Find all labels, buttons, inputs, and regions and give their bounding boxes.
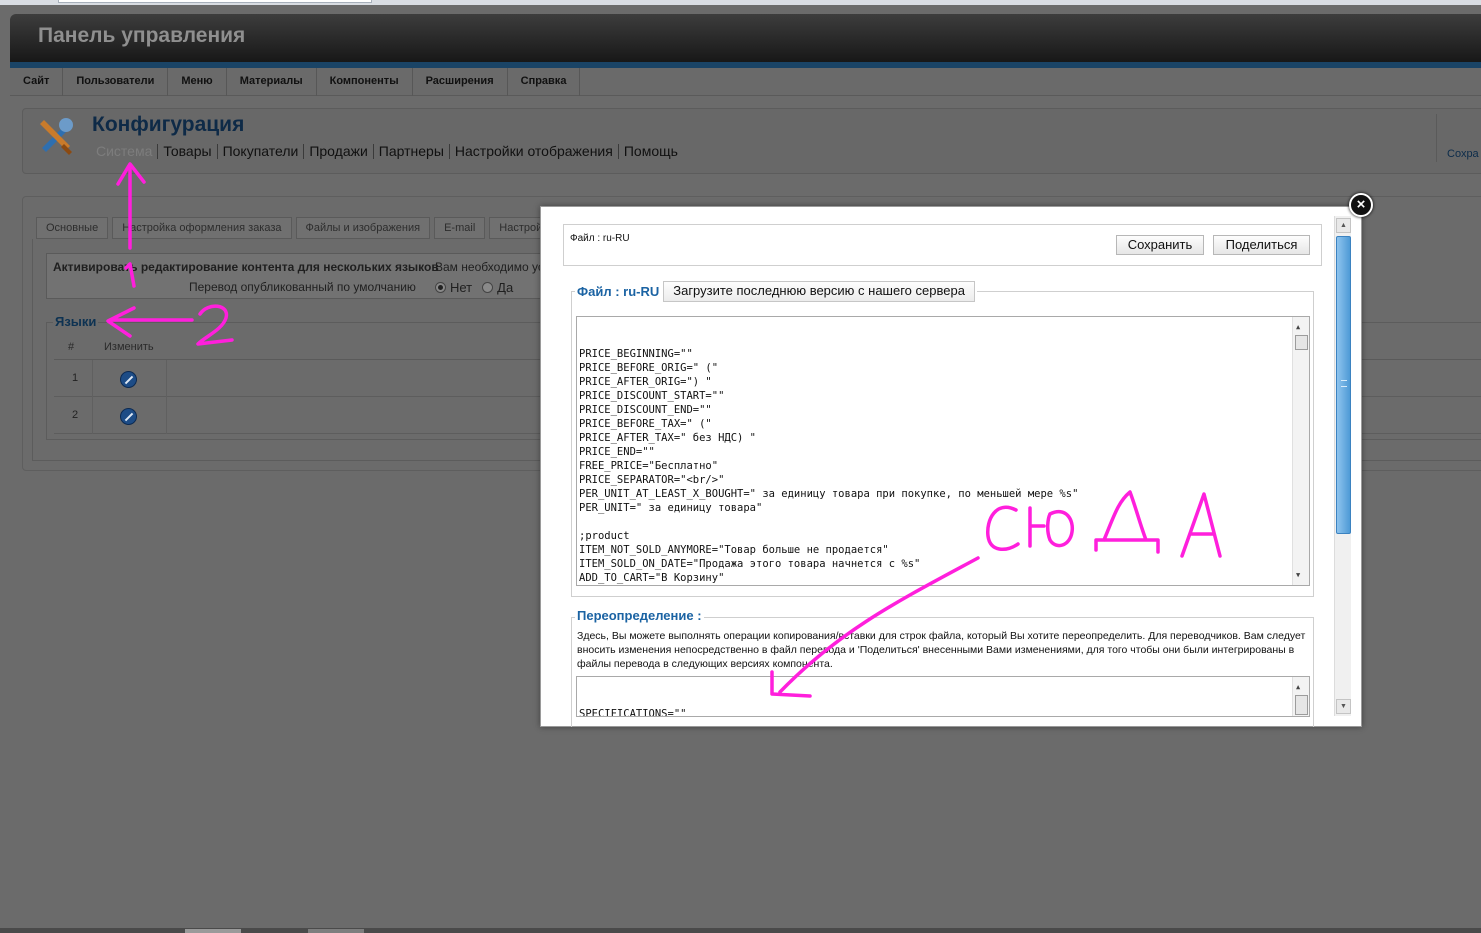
languages-legend: Языки xyxy=(53,314,99,329)
address-bar[interactable] xyxy=(58,0,372,3)
taskbar-button[interactable] xyxy=(308,929,364,933)
share-button[interactable]: Поделиться xyxy=(1213,235,1310,255)
default-translation-radios: Нет Да xyxy=(435,280,523,295)
submenu-help[interactable]: Помощь xyxy=(619,144,683,159)
config-submenu: Система Товары Покупатели Продажи Партне… xyxy=(96,144,683,159)
multilang-label: Активировать редактирование контента для… xyxy=(53,260,439,274)
file-content-textarea[interactable]: PRICE_BEGINNING="" PRICE_BEFORE_ORIG=" (… xyxy=(576,316,1310,586)
file-content-text: PRICE_BEGINNING="" PRICE_BEFORE_ORIG=" (… xyxy=(579,348,1079,584)
tab-files-images[interactable]: Файлы и изображения xyxy=(295,217,431,239)
radio-yes-indicator[interactable] xyxy=(482,282,494,293)
scroll-down-icon[interactable]: ▼ xyxy=(1296,568,1300,582)
scroll-up-icon[interactable]: ▲ xyxy=(1336,218,1351,233)
multilang-value: Вам необходимо уст xyxy=(435,260,550,274)
col-edit: Изменить xyxy=(104,341,154,353)
taskbar-button[interactable] xyxy=(185,929,241,933)
taskbar xyxy=(0,928,1481,933)
page-title: Конфигурация xyxy=(92,113,245,136)
tab-main[interactable]: Основные xyxy=(36,217,109,239)
admin-header: Панель управления xyxy=(10,14,1481,64)
override-text: SPECIFICATIONS="" PER_UNIT="" PER_UNIT_A… xyxy=(579,708,687,717)
menu-item-users[interactable]: Пользователи xyxy=(63,68,169,96)
tools-icon xyxy=(40,118,73,155)
language-settings-table: Активировать редактирование контента для… xyxy=(46,253,566,299)
submenu-products[interactable]: Товары xyxy=(158,144,218,159)
override-textarea[interactable]: SPECIFICATIONS="" PER_UNIT="" PER_UNIT_A… xyxy=(576,676,1310,717)
modal-scrollbar[interactable]: ▲ ▼ xyxy=(1334,216,1351,716)
admin-title: Панель управления xyxy=(38,24,246,47)
cell-divider xyxy=(166,397,167,434)
row-number: 2 xyxy=(72,409,79,421)
default-translation-label: Перевод опубликованный по умолчанию xyxy=(189,280,416,294)
scroll-down-icon[interactable]: ▼ xyxy=(1336,699,1351,714)
submenu-customers[interactable]: Покупатели xyxy=(218,144,305,159)
browser-strip xyxy=(0,0,1481,5)
grip-icon xyxy=(1341,380,1347,387)
main-menu: Сайт Пользователи Меню Материалы Компоне… xyxy=(10,68,1481,96)
scroll-up-icon[interactable]: ▲ xyxy=(1296,320,1300,334)
menu-item-extensions[interactable]: Расширения xyxy=(413,68,508,96)
row-number: 1 xyxy=(72,372,79,384)
radio-yes-label: Да xyxy=(497,280,514,295)
menu-item-components[interactable]: Компоненты xyxy=(317,68,413,96)
file-toolbar: Файл : ru-RU xyxy=(563,224,1322,266)
toolbar-save-button[interactable]: Сохра xyxy=(1447,148,1479,160)
cell-divider xyxy=(92,397,93,434)
scroll-thumb[interactable] xyxy=(1295,335,1308,350)
scroll-up-icon[interactable]: ▲ xyxy=(1296,680,1300,694)
submenu-display-settings[interactable]: Настройки отображения xyxy=(450,144,619,159)
file-label: Файл : ru-RU xyxy=(570,233,630,244)
textarea-scrollbar[interactable]: ▲ ▼ xyxy=(1292,317,1309,585)
tab-email[interactable]: E-mail xyxy=(434,217,486,239)
radio-no[interactable]: Нет xyxy=(435,280,472,295)
radio-yes[interactable]: Да xyxy=(482,280,513,295)
menu-item-help[interactable]: Справка xyxy=(508,68,581,96)
download-latest-button[interactable]: Загрузите последнюю версию с нашего серв… xyxy=(663,281,975,302)
close-icon[interactable]: × xyxy=(1349,193,1373,217)
cell-divider xyxy=(92,360,93,397)
file-legend: Файл : ru-RU Загрузите последнюю версию … xyxy=(575,281,977,302)
scroll-thumb[interactable] xyxy=(1295,695,1308,715)
override-legend: Переопределение : xyxy=(575,608,704,623)
textarea-scrollbar[interactable]: ▲ xyxy=(1292,677,1309,716)
cell-divider xyxy=(166,360,167,397)
scroll-thumb[interactable] xyxy=(1336,236,1351,534)
col-number: # xyxy=(68,341,75,353)
menu-item-site[interactable]: Сайт xyxy=(10,68,64,96)
edit-icon[interactable] xyxy=(120,371,137,388)
tab-checkout[interactable]: Настройка оформления заказа xyxy=(112,217,292,239)
submenu-partners[interactable]: Партнеры xyxy=(374,144,450,159)
file-legend-label: Файл : ru-RU xyxy=(577,284,660,299)
save-button[interactable]: Сохранить xyxy=(1116,235,1204,255)
submenu-sales[interactable]: Продажи xyxy=(304,144,374,159)
toolbar-divider xyxy=(1436,114,1437,162)
override-description: Здесь, Вы можете выполнять операции копи… xyxy=(577,630,1306,670)
submenu-system[interactable]: Система xyxy=(96,144,159,159)
radio-no-label: Нет xyxy=(450,280,473,295)
edit-icon[interactable] xyxy=(120,408,137,425)
radio-no-indicator[interactable] xyxy=(435,282,446,293)
menu-item-content[interactable]: Материалы xyxy=(227,68,317,96)
menu-item-menu[interactable]: Меню xyxy=(168,68,227,96)
config-tabs: Основные Настройка оформления заказа Фай… xyxy=(36,217,556,239)
